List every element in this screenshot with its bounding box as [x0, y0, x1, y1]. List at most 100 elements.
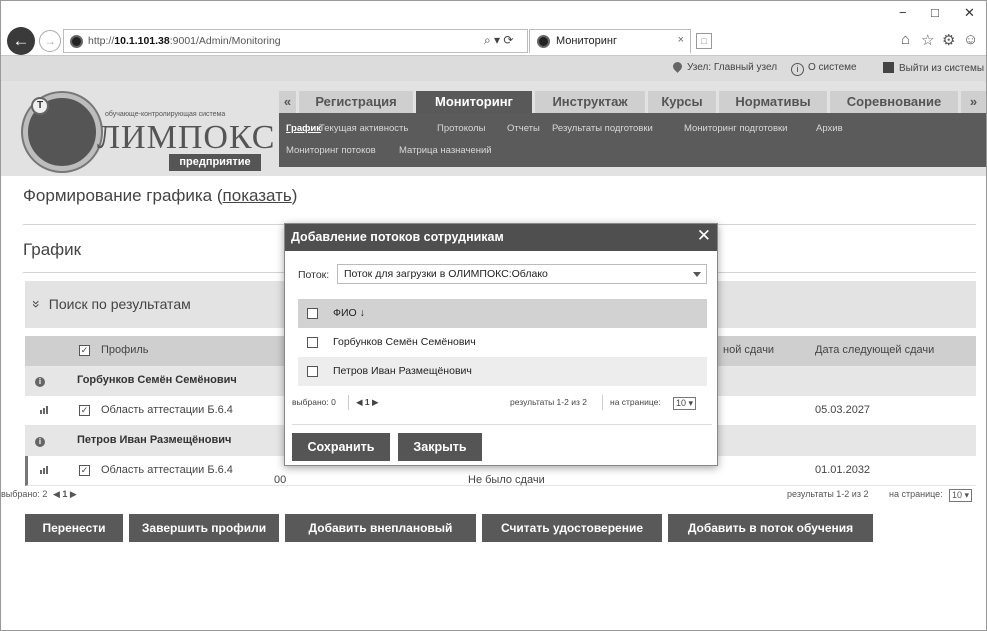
info-circle-icon[interactable]: i — [35, 435, 45, 447]
home-icon[interactable]: ⌂ — [901, 31, 910, 48]
nav-item-competition[interactable]: Соревнование — [830, 91, 958, 113]
node-link[interactable]: Узел: Главный узел — [671, 60, 777, 73]
logout-link[interactable]: Выйти из системы — [883, 62, 984, 74]
table-pager: выбрано: 2 ◀ 1 ▶ результаты 1-2 из 2 на … — [1, 485, 986, 505]
search-refresh-icon[interactable]: ⌕ ▾ ⟳ — [484, 33, 513, 48]
search-results-label: » Поиск по результатам — [28, 296, 191, 312]
column-header-fio[interactable]: ФИО ↓ — [333, 307, 365, 319]
save-button[interactable]: Сохранить — [292, 433, 390, 461]
column-header-last-date[interactable]: ной сдачи — [723, 344, 774, 356]
dialog-results-count: результаты 1-2 из 2 — [510, 397, 587, 407]
employee-name: Горбунков Семён Семёнович — [333, 336, 476, 348]
sub-nav: График Текущая активность Протоколы Отче… — [279, 113, 986, 167]
nav-item-instruction[interactable]: Инструктаж — [535, 91, 645, 113]
transfer-button[interactable]: Перенести — [25, 514, 123, 542]
per-page-select[interactable]: 10 ▾ — [949, 489, 973, 502]
page-title: Формирование графика (показать) — [23, 186, 298, 205]
logo-t-badge: Т — [31, 97, 49, 115]
dialog-header: Добавление потоков сотрудникам ✕ — [285, 224, 717, 251]
forward-button[interactable]: → — [39, 30, 61, 52]
per-page-label: на странице: — [889, 489, 943, 499]
logo-name: ЛИМПОКС — [97, 119, 276, 156]
location-pin-icon — [671, 60, 684, 73]
selected-count: выбрано: 2 — [1, 489, 48, 499]
divider — [348, 395, 349, 410]
section-title: График — [23, 240, 82, 259]
select-all-checkbox[interactable] — [307, 308, 318, 319]
maximize-button[interactable]: □ — [931, 5, 939, 20]
column-header-profile[interactable]: Профиль — [101, 344, 149, 356]
read-certificate-button[interactable]: Считать удостоверение — [482, 514, 662, 542]
add-unscheduled-button[interactable]: Добавить внеплановый — [285, 514, 476, 542]
nav-prev-button[interactable]: « — [279, 91, 296, 113]
finish-profiles-button[interactable]: Завершить профили — [129, 514, 279, 542]
show-link[interactable]: показать — [223, 186, 292, 205]
tab-title: Мониторинг — [556, 35, 618, 47]
column-header-next-date[interactable]: Дата следующей сдачи — [815, 344, 934, 356]
chevron-down-icon: » — [28, 300, 45, 308]
new-tab-button[interactable]: □ — [696, 33, 712, 49]
back-button[interactable]: ← — [7, 27, 35, 55]
dialog-selected-count: выбрано: 0 — [292, 397, 336, 407]
divider — [602, 395, 603, 410]
employee-checkbox[interactable] — [307, 337, 318, 348]
bar-chart-icon — [40, 466, 48, 474]
close-window-button[interactable]: ✕ — [964, 5, 975, 21]
stream-select[interactable]: Поток для загрузки в ОЛИМПОКС:Облако — [337, 264, 707, 284]
browser-window: − □ ✕ ← → http://10.1.101.38:9001/Admin/… — [0, 0, 987, 631]
exit-icon — [883, 62, 894, 73]
info-icon: i — [791, 63, 804, 76]
stream-select-value: Поток для загрузки в ОЛИМПОКС:Облако — [344, 268, 548, 280]
nav-item-monitoring[interactable]: Мониторинг — [416, 91, 532, 113]
logo-subtitle: предприятие — [169, 154, 261, 171]
nav-next-button[interactable]: » — [961, 91, 986, 113]
browser-tab[interactable]: Мониторинг × — [529, 29, 691, 53]
url-text: http://10.1.101.38:9001/Admin/Monitoring — [88, 35, 281, 47]
list-header: ФИО ↓ — [298, 299, 707, 328]
favorites-star-icon[interactable]: ☆ — [921, 31, 934, 49]
tab-close-icon[interactable]: × — [678, 34, 684, 46]
minimize-button[interactable]: − — [899, 5, 907, 20]
subnav-item-protocols[interactable]: Протоколы — [437, 123, 485, 134]
employee-name: Петров Иван Размещёнович — [77, 434, 232, 446]
dialog-per-page-select[interactable]: 10 ▾ — [673, 397, 697, 410]
subnav-item-stream-monitoring[interactable]: Мониторинг потоков — [286, 145, 376, 156]
subnav-item-reports[interactable]: Отчеты — [507, 123, 540, 134]
bar-chart-icon — [40, 406, 48, 414]
site-topbar: Узел: Главный узел iО системе Выйти из с… — [1, 55, 986, 81]
nav-item-courses[interactable]: Курсы — [648, 91, 716, 113]
subnav-item-schedule[interactable]: График — [286, 123, 321, 134]
list-item[interactable]: Горбунков Семён Семёнович — [298, 328, 707, 357]
site-favicon-icon — [70, 35, 83, 48]
row-checkbox[interactable]: ✓ — [79, 464, 90, 476]
dialog-pager: выбрано: 0 ◀ 1 ▶ результаты 1-2 из 2 на … — [292, 395, 712, 411]
address-bar[interactable]: http://10.1.101.38:9001/Admin/Monitoring… — [63, 29, 528, 53]
feedback-smile-icon[interactable]: ☺ — [963, 31, 978, 48]
settings-gear-icon[interactable]: ⚙ — [942, 31, 955, 49]
profile-cell: Область аттестации Б.6.4 — [101, 464, 233, 476]
nav-item-registration[interactable]: Регистрация — [299, 91, 413, 113]
subnav-item-archive[interactable]: Архив — [816, 123, 843, 134]
subnav-item-training-results[interactable]: Результаты подготовки — [552, 123, 653, 134]
about-link[interactable]: iО системе — [791, 62, 857, 76]
select-all-checkbox[interactable]: ✓ — [79, 344, 90, 356]
info-circle-icon[interactable]: i — [35, 375, 45, 387]
employee-checkbox[interactable] — [307, 366, 318, 377]
close-icon[interactable]: ✕ — [697, 226, 711, 246]
close-button[interactable]: Закрыть — [398, 433, 482, 461]
list-item[interactable]: Петров Иван Размещёнович — [298, 357, 707, 386]
dialog-page-switcher[interactable]: ◀ 1 ▶ — [356, 397, 379, 408]
add-to-stream-button[interactable]: Добавить в поток обучения — [668, 514, 873, 542]
subnav-item-current-activity[interactable]: Текущая активность — [319, 123, 408, 134]
add-streams-dialog: Добавление потоков сотрудникам ✕ Поток: … — [284, 223, 718, 466]
employee-name: Петров Иван Размещёнович — [333, 365, 472, 377]
dialog-per-page-label: на странице: — [610, 397, 661, 407]
page-switcher[interactable]: ◀ 1 ▶ — [53, 489, 77, 500]
subnav-item-training-monitoring[interactable]: Мониторинг подготовки — [684, 123, 787, 134]
row-checkbox[interactable]: ✓ — [79, 404, 90, 416]
browser-chrome: − □ ✕ ← → http://10.1.101.38:9001/Admin/… — [1, 1, 986, 55]
next-date-cell: 01.01.2032 — [815, 464, 871, 476]
subnav-item-assignment-matrix[interactable]: Матрица назначений — [399, 145, 492, 156]
nav-item-norms[interactable]: Нормативы — [719, 91, 827, 113]
logo-tagline: обучающе-контролирующая система — [105, 111, 226, 118]
